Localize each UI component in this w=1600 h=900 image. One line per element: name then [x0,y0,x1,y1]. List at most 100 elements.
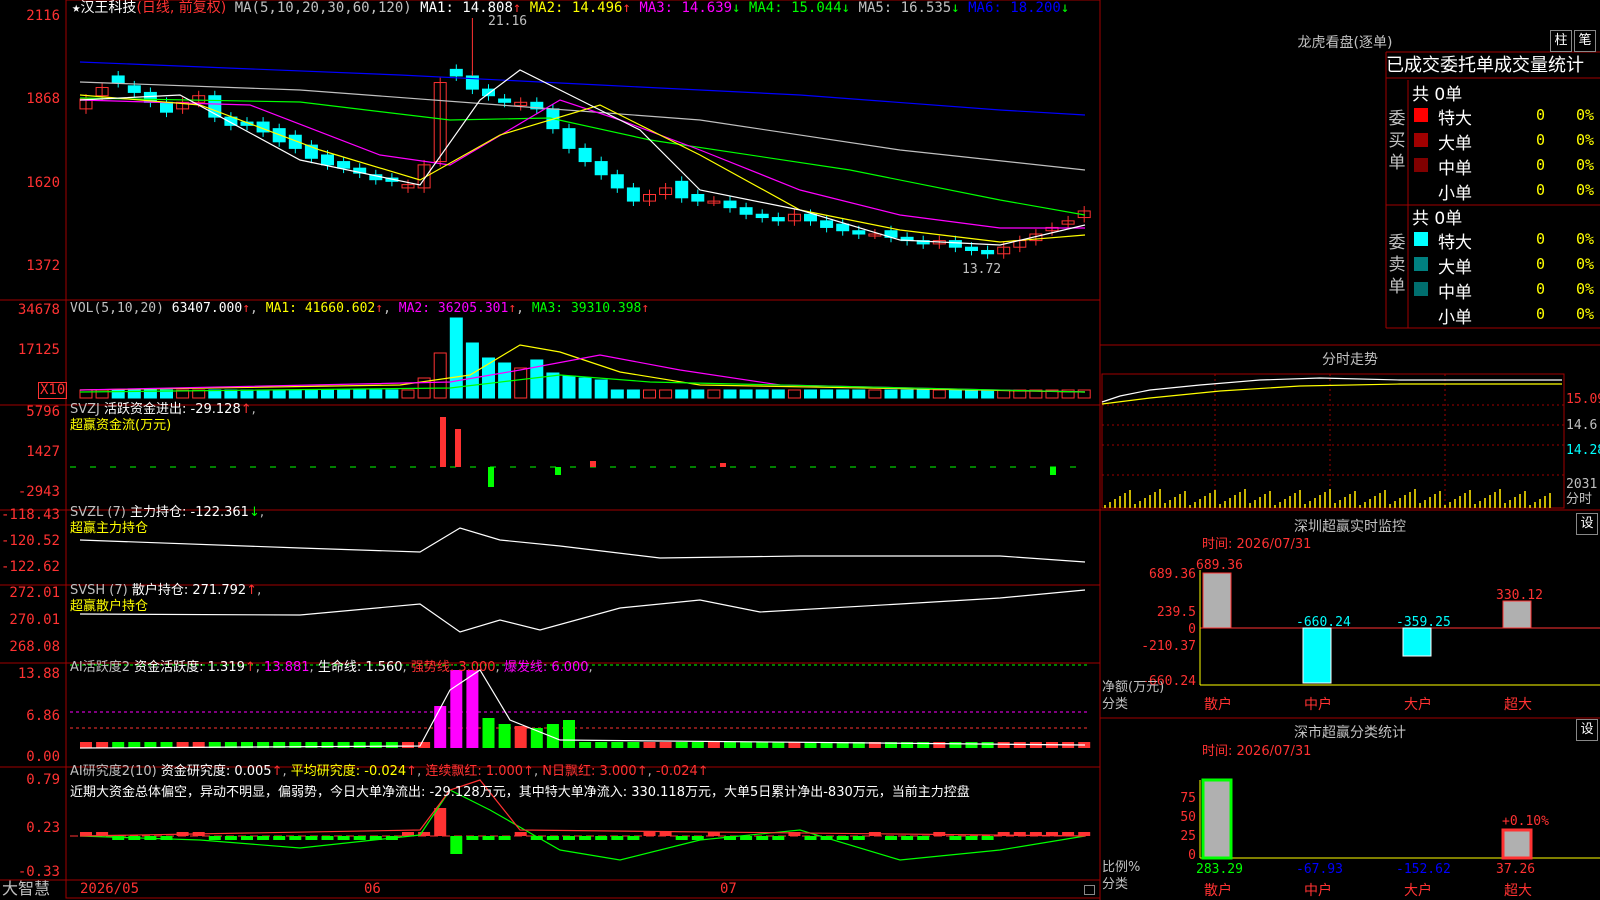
svzl-sub: 超赢主力持仓 [70,521,149,536]
candle-body [562,128,576,149]
volume-bar [208,389,222,399]
ai1-bar [981,742,994,748]
order-count: 0 [1536,305,1546,323]
volume-bar [884,389,898,399]
intraday-volume-bar [1439,491,1441,508]
ai2-bar [337,836,350,840]
ai2-header: AI研究度2(10) 资金研究度: 0.005↑, 平均研究度: -0.024↑… [70,764,709,779]
candle-body [804,213,817,222]
order-color-swatch [1414,282,1428,296]
ma-value-3: MA3: 14.639 [630,0,733,16]
candle-body [691,194,705,202]
order-pct: 0% [1576,305,1595,323]
volume-bar [643,389,656,399]
ai1-header: AI活跃度2 资金活跃度: 1.319↑, 13.881, 生命线: 1.560… [70,660,593,675]
order-pct: 0% [1576,230,1595,248]
bar-value-label: 330.12 [1496,588,1543,603]
ai2-bar [901,836,914,840]
intraday-volume-bar [1479,501,1481,508]
ai2-bar [563,836,575,840]
brand-label: 大智慧 [2,879,51,898]
volume-bar [948,389,962,399]
ai2-bar [611,836,624,840]
order-pct: 0% [1576,156,1595,174]
intraday-volume-bar [1359,505,1361,508]
intraday-volume-bar [1414,489,1416,508]
ai1-bar [482,718,495,748]
svzj-header: SVZJ 活跃资金进出: -29.128↑, [70,402,256,417]
ai2-y-tick: 0.79 [26,772,60,788]
ai2-bar [965,836,978,840]
stock-name[interactable]: 汉王科技 [80,0,136,16]
volume-bar [659,389,673,399]
bar-category-label: 超大 [1504,883,1532,899]
intraday-volume-bar [1534,502,1536,508]
svsh-y-tick: 268.08 [9,639,60,655]
bar-value-label: -67.93 [1296,862,1343,877]
svzl-line [79,527,1086,563]
volume-bar [224,389,238,399]
intraday-volume-bar [1529,505,1531,508]
bar-value-label: -152.62 [1396,862,1451,877]
intraday-volume-bar [1324,492,1326,508]
x-axis-label: 2026/05 [80,881,140,897]
volume-bar [755,389,769,399]
candle-body [626,187,640,202]
intraday-volume-bar [1274,505,1276,508]
svsh-y-tick: 270.01 [9,612,60,628]
candle-body [723,200,737,209]
order-size-label: 大单 [1438,134,1472,154]
monitor-y-tick: -210.37 [1141,639,1196,654]
svsh-y-tick: 272.01 [9,585,60,601]
svzj-bar [720,463,726,467]
bar-mode-button[interactable]: 柱 [1550,30,1572,52]
order-count: 0 [1536,255,1546,273]
intraday-volume-bar [1124,493,1126,508]
order-pct: 0% [1576,106,1595,124]
tick-mode-button[interactable]: 笔 [1574,30,1596,52]
order-size-label: 特大 [1438,233,1472,253]
intraday-volume-bar [1264,494,1266,508]
order-pct: 0% [1576,131,1595,149]
classify-settings-button[interactable]: 设 [1576,719,1598,741]
intraday-y-tick: 14.28 [1566,443,1600,458]
intraday-volume-bar [1539,499,1541,508]
monitor-y-tick: 239.5 [1156,605,1196,620]
ai1-bar [563,720,575,748]
low-label: 13.72 [962,262,1002,277]
intraday-volume-bar [1379,493,1381,508]
ai1-bar [724,742,736,748]
ai1-bar [933,742,946,748]
order-color-swatch [1414,307,1428,321]
intraday-volume-bar [1474,504,1476,508]
ai1-bar [466,670,479,748]
period-label[interactable]: (日线, 前复权) [136,0,226,16]
candle-body [498,98,512,103]
svzj-bar [1050,467,1056,475]
bar-category-label: 散户 [1204,883,1232,899]
classify-y-tick: 25 [1180,829,1196,844]
volume-bar [1077,389,1091,399]
monitor-settings-button[interactable]: 设 [1576,513,1598,535]
order-size-label: 小单 [1438,308,1472,328]
order-size-label: 大单 [1438,258,1472,278]
intraday-volume-bar [1484,498,1486,508]
classify-xlabel: 分类 [1102,877,1129,892]
candle-body [739,207,753,215]
vol-unit-label[interactable]: X10 [38,382,68,399]
monitor-bar [1302,627,1332,684]
ai2-comment: 近期大资金总体偏空，异动不明显，偏弱势，今日大单净流出: -29.128万元，其… [70,785,970,800]
lock-icon[interactable] [1084,885,1095,895]
intraday-volume-bar [1424,500,1426,508]
ai2-bar [241,836,253,840]
volume-bar [433,352,447,399]
intraday-volume-bar [1389,504,1391,508]
high-label: 21.16 [488,14,528,29]
ma-value-2: MA2: 14.496 [521,0,623,16]
svzl-y-tick: -118.43 [0,507,60,523]
order-count: 0 [1536,181,1546,199]
ai1-y-tick: 13.88 [17,666,60,682]
order-color-swatch [1414,108,1428,122]
ai1-bar [369,742,382,748]
intraday-price-line [1101,377,1562,403]
